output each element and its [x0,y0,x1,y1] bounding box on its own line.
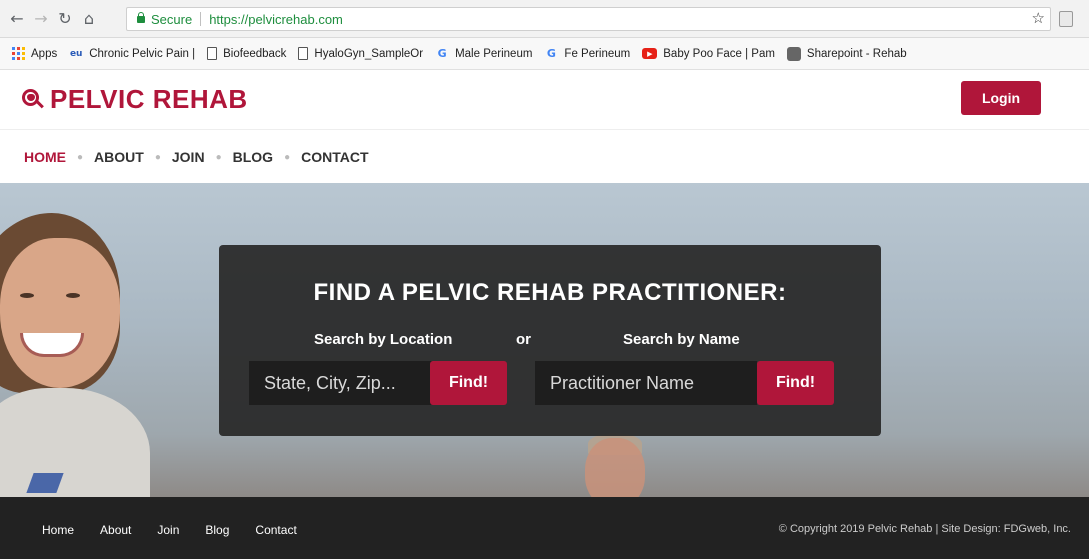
browser-toolbar: ← → ↻ ⌂ Secure https://pelvicrehab.com ☆ [0,0,1089,38]
bookmark-chronic-pelvic-pain[interactable]: eu Chronic Pelvic Pain | [69,47,195,61]
sharepoint-icon [786,46,801,61]
bookmark-label: Apps [31,47,58,60]
search-title: FIND A PELVIC REHAB PRACTITIONER: [313,279,787,306]
nav-item-home[interactable]: HOME [24,149,66,165]
bookmarks-bar: Apps eu Chronic Pelvic Pain | Biofeedbac… [0,38,1089,70]
reload-icon[interactable]: ↻ [54,8,76,30]
nav-item-blog[interactable]: BLOG [233,149,273,165]
bookmark-apps[interactable]: Apps [12,47,57,60]
hero-photo-face [0,238,120,388]
site-header: PELVIC REHAB Login [0,70,1089,130]
nav-separator: ● [284,151,291,163]
back-arrow-icon[interactable]: ← [6,8,28,30]
youtube-icon: ▶ [642,48,658,59]
secure-label: Secure [151,11,193,27]
url-text: https://pelvicrehab.com [209,11,343,27]
eu-icon: eu [69,48,83,59]
hero-photo-background-runner [585,438,645,497]
hero-photo-eye [20,293,34,298]
extension-icon[interactable] [1059,11,1073,27]
nav-item-join[interactable]: JOIN [172,149,205,165]
bookmark-label: Chronic Pelvic Pain | [89,47,196,60]
address-bar[interactable]: Secure https://pelvicrehab.com [126,7,1051,31]
bookmark-label: Sharepoint - Rehab [806,47,907,60]
footer-nav: Home About Join Blog Contact [42,523,297,537]
magnifier-heart-icon [20,88,44,112]
home-icon[interactable]: ⌂ [78,8,100,30]
main-nav: HOME ● ABOUT ● JOIN ● BLOG ● CONTACT [0,131,1089,183]
logo-text: PELVIC REHAB [50,84,248,114]
google-icon: G [437,47,447,60]
nav-separator: ● [154,151,161,163]
nav-item-contact[interactable]: CONTACT [301,149,368,165]
or-label: or [516,331,531,348]
site-footer: Home About Join Blog Contact © Copyright… [0,497,1089,559]
hero-photo-eye [66,293,80,298]
bookmark-fe-perineum[interactable]: G Fe Perineum [544,47,630,61]
location-search-input[interactable] [249,361,432,405]
bookmark-male-perineum[interactable]: G Male Perineum [435,47,533,61]
hero-photo-shirt [0,388,150,497]
footer-link-home[interactable]: Home [42,523,74,537]
footer-link-about[interactable]: About [100,523,131,537]
address-divider [200,12,202,26]
hero-banner: FIND A PELVIC REHAB PRACTITIONER: Search… [0,183,1089,497]
find-by-name-button[interactable]: Find! [757,361,834,405]
bookmark-label: Baby Poo Face | Pam [663,47,775,60]
google-icon: G [546,47,556,60]
bookmark-biofeedback[interactable]: Biofeedback [207,47,286,60]
bookmark-label: Fe Perineum [564,47,631,60]
copyright-text: © Copyright 2019 Pelvic Rehab | Site Des… [778,523,1071,535]
site-logo[interactable]: PELVIC REHAB [20,84,248,115]
footer-link-blog[interactable]: Blog [205,523,229,537]
bookmark-label: HyaloGyn_SampleOr [314,47,424,60]
page-icon [298,47,309,60]
bookmark-hyalogyn[interactable]: HyaloGyn_SampleOr [298,47,423,60]
footer-link-join[interactable]: Join [157,523,179,537]
bookmark-star-icon[interactable]: ☆ [1032,9,1045,27]
browser-nav-buttons: ← → ↻ ⌂ [0,8,130,30]
forward-arrow-icon[interactable]: → [30,8,52,30]
footer-link-contact[interactable]: Contact [255,523,296,537]
lock-icon [137,11,145,23]
find-by-location-button[interactable]: Find! [430,361,507,405]
bookmark-label: Male Perineum [455,47,533,60]
nav-separator: ● [215,151,222,163]
bookmark-baby-poo-face[interactable]: ▶ Baby Poo Face | Pam [642,48,775,60]
apps-grid-icon [12,47,25,60]
name-search-input[interactable] [535,361,757,405]
location-search-label: Search by Location [314,331,453,348]
login-button[interactable]: Login [961,81,1041,115]
name-search-label: Search by Name [623,331,740,348]
page-icon [207,47,218,60]
nav-item-about[interactable]: ABOUT [94,149,144,165]
bookmark-sharepoint[interactable]: Sharepoint - Rehab [786,46,907,61]
practitioner-search-panel: FIND A PELVIC REHAB PRACTITIONER: Search… [219,245,881,436]
nav-separator: ● [77,151,84,163]
bookmark-label: Biofeedback [223,47,287,60]
